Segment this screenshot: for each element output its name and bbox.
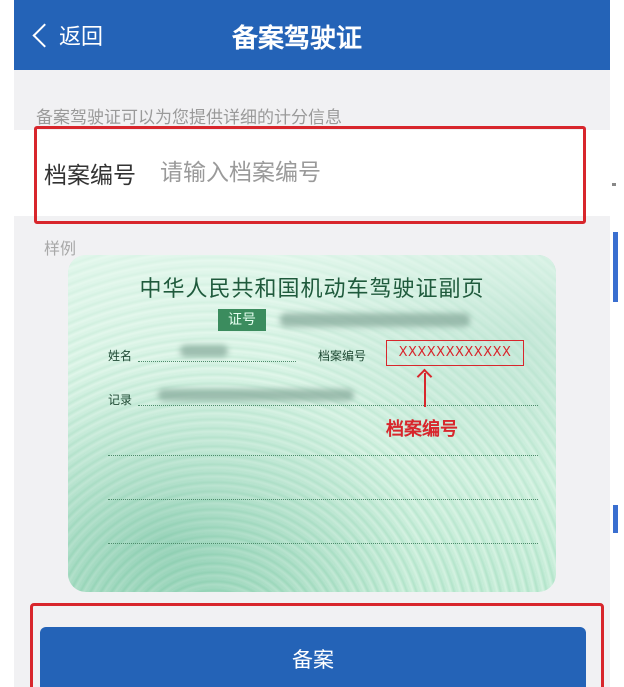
blurred-license-number	[280, 313, 470, 327]
name-label: 姓名	[108, 349, 133, 363]
license-number-seal: 证号	[218, 309, 266, 331]
card-title: 中华人民共和国机动车驾驶证副页	[139, 277, 485, 302]
highlight-box-button	[30, 603, 604, 687]
nav-header: 返回 备案驾驶证	[14, 0, 610, 70]
adjacent-page-edge	[610, 0, 624, 687]
file-number-annotation: 档案编号	[386, 419, 458, 440]
sample-license-card: 中华人民共和国机动车驾驶证副页 证号 姓名 档案编号 XXXXXXXXXXXX …	[68, 255, 556, 592]
file-number-highlight: XXXXXXXXXXXX	[386, 340, 524, 366]
page-title: 备案驾驶证	[231, 24, 362, 54]
blurred-record	[158, 389, 354, 401]
info-hint: 备案驾驶证可以为您提供详细的计分信息	[36, 108, 342, 128]
file-number-small-label: 档案编号	[318, 349, 367, 363]
app-screen: 返回 备案驾驶证 备案驾驶证可以为您提供详细的计分信息 档案编号 样例 中华人民…	[14, 0, 610, 687]
blurred-name	[180, 345, 228, 357]
highlight-box-input	[34, 126, 586, 224]
record-label: 记录	[108, 393, 133, 407]
arrow-up-icon	[424, 373, 426, 407]
